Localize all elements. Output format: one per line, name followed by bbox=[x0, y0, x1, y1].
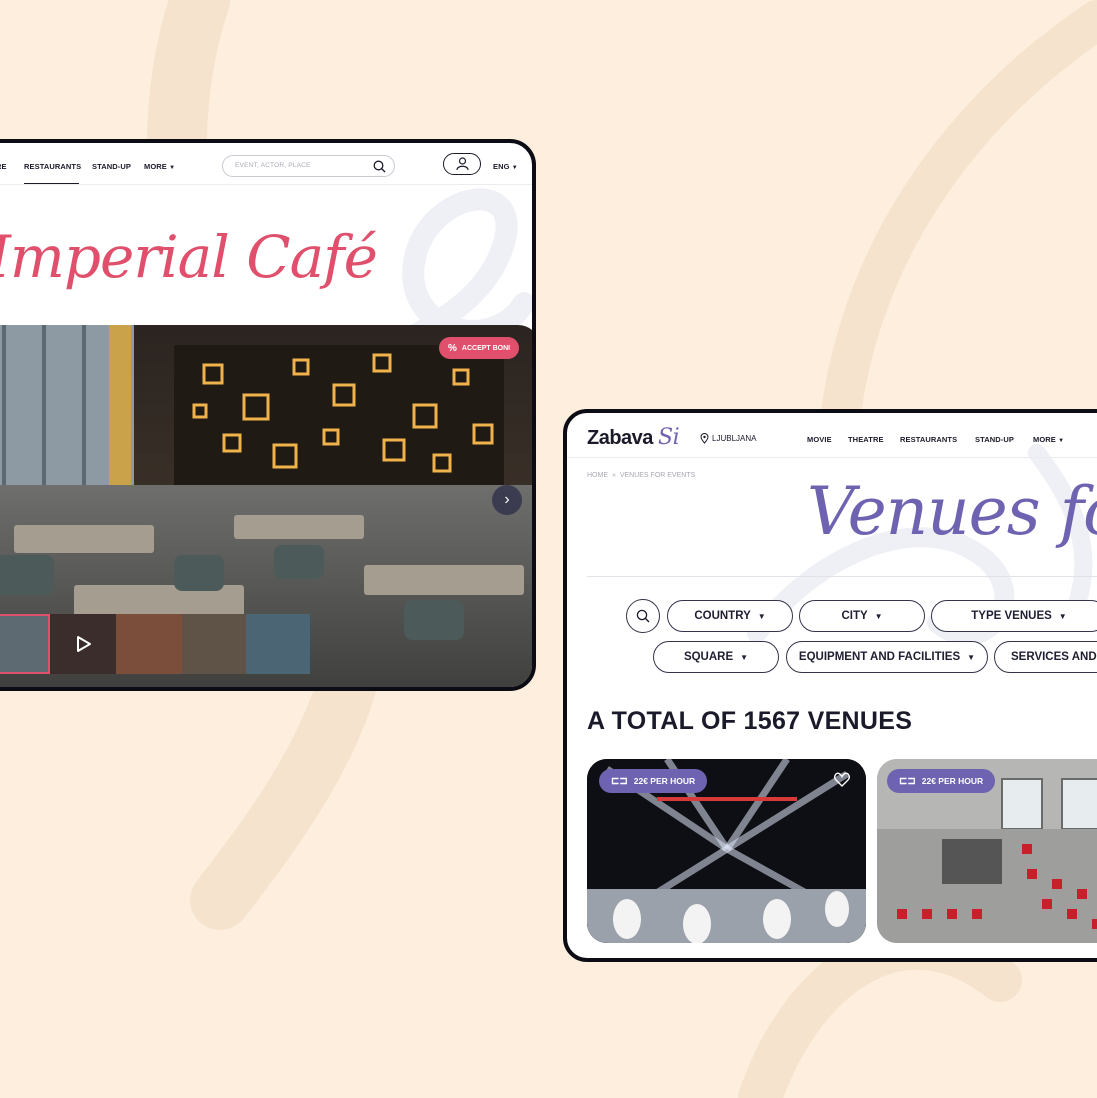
nav-item-restaurants[interactable]: RESTAURANTS bbox=[900, 435, 957, 444]
account-button[interactable] bbox=[443, 153, 481, 175]
venue-card[interactable]: ⊏⊐ 22€ PER HOUR bbox=[587, 759, 866, 943]
chevron-down-icon: ▼ bbox=[757, 611, 766, 621]
filter-equipment-label: EQUIPMENT AND FACILITIES bbox=[798, 651, 961, 663]
hero-gallery[interactable]: % ACCEPT BONI › bbox=[0, 325, 532, 687]
filter-type-venues-label: TYPE VENUES bbox=[971, 610, 1052, 622]
nav-item-more[interactable]: MORE ▼ bbox=[1033, 435, 1064, 444]
ticket-icon: ⊏⊐ bbox=[611, 775, 628, 787]
search-input[interactable]: EVENT, ACTOR, PLACE bbox=[222, 155, 395, 177]
location-label: LJUBLJANA bbox=[712, 434, 757, 443]
price-badge: ⊏⊐ 22€ PER HOUR bbox=[887, 769, 996, 793]
chevron-right-icon: › bbox=[504, 491, 510, 508]
venues-page-window: Zabava Si LJUBLJANA MOVIE THEATRE RESTAU… bbox=[563, 409, 1097, 962]
search-icon bbox=[636, 609, 650, 623]
gallery-next-button[interactable]: › bbox=[492, 485, 522, 515]
location-selector[interactable]: LJUBLJANA bbox=[700, 433, 756, 444]
chevron-down-icon: ▼ bbox=[1058, 438, 1065, 444]
breadcrumb-current: VENUES FOR EVENTS bbox=[619, 472, 696, 479]
header-divider bbox=[567, 457, 1097, 458]
filter-square[interactable]: SQUARE ▼ bbox=[653, 641, 779, 673]
filter-services-label: SERVICES AND C bbox=[1011, 651, 1097, 663]
nav-item-movie[interactable]: MOVIE bbox=[807, 435, 832, 444]
price-label: 22€ PER HOUR bbox=[633, 776, 696, 786]
logo[interactable]: Zabava Si bbox=[587, 425, 680, 450]
breadcrumb-home[interactable]: HOME bbox=[587, 472, 608, 479]
gallery-thumbnail[interactable] bbox=[0, 614, 50, 674]
nav-item-theatre[interactable]: THEATRE bbox=[848, 435, 884, 444]
nav-item-stand-up[interactable]: STAND-UP bbox=[92, 162, 131, 171]
ticket-icon: ⊏⊐ bbox=[899, 775, 916, 787]
filter-search-button[interactable] bbox=[626, 599, 660, 633]
language-label: ENG bbox=[493, 162, 510, 171]
filter-type-venues[interactable]: TYPE VENUES ▼ bbox=[931, 600, 1097, 632]
nav-more-label: MORE bbox=[1033, 435, 1056, 444]
badge-label: ACCEPT BONI bbox=[461, 344, 511, 352]
search-placeholder: EVENT, ACTOR, PLACE bbox=[235, 162, 311, 169]
chevron-down-icon: ▼ bbox=[1058, 611, 1067, 621]
watermark-decoration bbox=[747, 444, 1093, 645]
breadcrumb-separator: » bbox=[611, 472, 616, 479]
chevron-down-icon: ▼ bbox=[511, 165, 518, 171]
chevron-down-icon: ▼ bbox=[874, 611, 883, 621]
title-divider bbox=[587, 576, 1097, 577]
logo-text: Zabava bbox=[587, 427, 653, 449]
user-icon bbox=[456, 157, 469, 171]
header-divider bbox=[0, 184, 532, 185]
nav-more-label: MORE bbox=[144, 162, 167, 171]
restaurant-page-window: RE RESTAURANTS STAND-UP MORE ▼ EVENT, AC… bbox=[0, 139, 536, 691]
gallery-thumbnail[interactable] bbox=[182, 614, 246, 674]
page-title: Imperial Café bbox=[0, 223, 378, 291]
price-badge: ⊏⊐ 22€ PER HOUR bbox=[599, 769, 708, 793]
nav-item-partial[interactable]: RE bbox=[0, 162, 7, 171]
chevron-down-icon: ▼ bbox=[169, 165, 176, 171]
breadcrumb: HOME » VENUES FOR EVENTS bbox=[587, 472, 695, 479]
search-icon[interactable] bbox=[373, 160, 386, 173]
gallery-thumbnail[interactable] bbox=[246, 614, 310, 674]
nav-item-stand-up[interactable]: STAND-UP bbox=[975, 435, 1014, 444]
nav-item-restaurants[interactable]: RESTAURANTS bbox=[24, 162, 81, 171]
accept-boni-badge: % ACCEPT BONI bbox=[439, 337, 520, 359]
page-title: Venues for e bbox=[807, 473, 1097, 550]
filter-country-label: COUNTRY bbox=[694, 610, 751, 622]
location-pin-icon bbox=[700, 433, 709, 444]
chevron-down-icon: ▼ bbox=[740, 652, 749, 662]
total-venues-heading: A TOTAL OF 1567 VENUES bbox=[587, 707, 913, 735]
gallery-thumbnail[interactable] bbox=[116, 614, 182, 674]
logo-suffix: Si bbox=[658, 425, 680, 450]
play-icon bbox=[77, 636, 91, 652]
venue-card[interactable]: ⊏⊐ 22€ PER HOUR bbox=[877, 759, 1097, 943]
language-selector[interactable]: ENG ▼ bbox=[493, 162, 518, 171]
price-label: 22€ PER HOUR bbox=[921, 776, 984, 786]
chevron-down-icon: ▼ bbox=[967, 652, 976, 662]
heart-icon[interactable] bbox=[834, 772, 850, 787]
filter-equipment-facilities[interactable]: EQUIPMENT AND FACILITIES ▼ bbox=[786, 641, 988, 673]
filter-services[interactable]: SERVICES AND C bbox=[994, 641, 1097, 673]
filter-city[interactable]: CITY ▼ bbox=[799, 600, 925, 632]
video-thumbnail[interactable] bbox=[50, 614, 116, 674]
filter-city-label: CITY bbox=[841, 610, 868, 622]
percent-icon: % bbox=[448, 342, 457, 354]
filter-square-label: SQUARE bbox=[683, 651, 734, 663]
nav-item-more[interactable]: MORE ▼ bbox=[144, 162, 175, 171]
filter-country[interactable]: COUNTRY ▼ bbox=[667, 600, 793, 632]
